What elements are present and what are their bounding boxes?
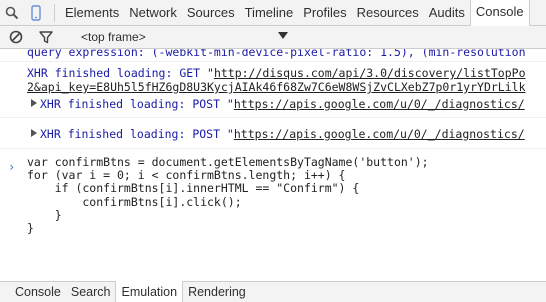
message-line: query expression: (-webkit-min-device-pi… [0,49,546,59]
tab-resources[interactable]: Resources [352,0,424,26]
frame-selector-label: <top frame> [81,30,146,44]
devtools-tab-bar: Elements Network Sources Timeline Profil… [0,0,546,26]
dropdown-arrow-icon[interactable] [278,32,288,39]
drawer-tab-emulation[interactable]: Emulation [115,281,184,302]
clear-icon[interactable] [3,26,29,49]
tab-sources[interactable]: Sources [182,0,240,26]
tab-audits[interactable]: Audits [424,0,470,26]
xhr-url-link[interactable]: https://apis.google.com/u/0/_/diagnostic… [234,127,525,141]
frame-selector[interactable]: <top frame> [81,30,146,44]
message-divider [0,148,546,149]
xhr-message: XHR finished loading: GET "http://disqus… [0,66,546,80]
prompt-arrow-icon: › [8,160,16,174]
message-text: query expression: (-webkit-min-device-pi… [27,49,526,59]
drawer-tab-console[interactable]: Console [0,282,66,302]
search-icon[interactable] [0,0,24,26]
drawer-tab-bar: Console Search Emulation Rendering [0,281,546,302]
drawer-tab-search[interactable]: Search [66,282,116,302]
tab-profiles[interactable]: Profiles [298,0,351,26]
xhr-prefix: XHR finished loading: GET " [27,66,214,80]
tab-elements[interactable]: Elements [60,0,124,26]
expand-triangle-icon[interactable] [31,129,37,137]
filter-icon[interactable] [33,26,59,49]
xhr-message: XHR finished loading: POST "https://apis… [0,127,546,141]
toolbar-divider [54,3,55,22]
device-icon[interactable] [24,0,48,26]
drawer-tab-rendering[interactable]: Rendering [183,282,251,302]
tab-timeline[interactable]: Timeline [240,0,299,26]
expand-triangle-icon[interactable] [31,99,37,107]
xhr-url-link-continued[interactable]: 2&api_key=E8Uh5l5fHZ6gD8U3KycjAIAk46f68Z… [27,80,526,94]
tab-console[interactable]: Console [469,0,530,26]
xhr-url-link[interactable]: http://disqus.com/api/3.0/discovery/list… [214,66,526,80]
console-toolbar: <top frame> [0,26,546,49]
xhr-message: XHR finished loading: POST "https://apis… [0,97,546,111]
message-divider [0,117,546,118]
xhr-url-link[interactable]: https://apis.google.com/u/0/_/diagnostic… [234,97,525,111]
console-prompt-input[interactable]: var confirmBtns = document.getElementsBy… [27,155,429,235]
message-divider [0,61,546,62]
xhr-prefix: XHR finished loading: POST " [40,127,234,141]
tab-network[interactable]: Network [124,0,182,26]
xhr-message-continued: 2&api_key=E8Uh5l5fHZ6gD8U3KycjAIAk46f68Z… [0,80,546,94]
xhr-prefix: XHR finished loading: POST " [40,97,234,111]
